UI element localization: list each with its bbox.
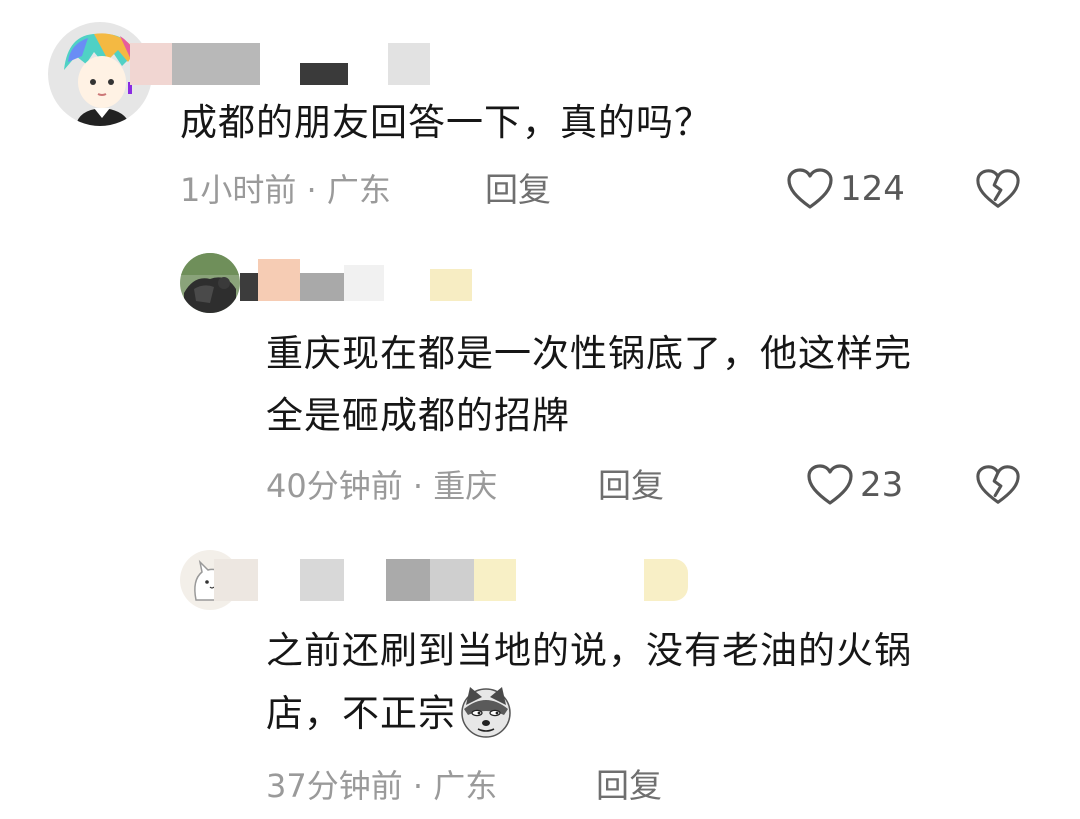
reply-button[interactable]: 回复 (596, 766, 662, 806)
doge-emoji-icon (458, 683, 514, 739)
comment-text-line-2: 店，不正宗 (266, 683, 514, 745)
heart-outline-icon (807, 464, 853, 505)
dislike-button[interactable] (975, 463, 1021, 507)
username-blurred[interactable] (130, 43, 430, 85)
comment-text-line-1: 重庆现在都是一次性锅底了，他这样完 (266, 332, 912, 375)
comment-text: 成都的朋友回答一下，真的吗？ (180, 101, 712, 144)
like-button[interactable]: 124 (786, 166, 905, 212)
comment-text-line-2-text: 店，不正宗 (266, 692, 456, 735)
avatar[interactable] (180, 253, 240, 313)
username-blurred[interactable] (214, 559, 688, 601)
reply-button[interactable]: 回复 (485, 170, 551, 210)
comment-meta: 1小时前 · 广东 (180, 171, 391, 209)
reply-button[interactable]: 回复 (598, 466, 664, 506)
like-count: 124 (840, 169, 905, 209)
avatar-image (180, 253, 240, 313)
comment-meta: 40分钟前 · 重庆 (266, 467, 498, 505)
broken-heart-icon (976, 465, 1020, 504)
username-blurred[interactable] (240, 259, 472, 301)
broken-heart-icon (976, 169, 1020, 208)
comment-meta: 37分钟前 · 广东 (266, 767, 498, 805)
like-button[interactable]: 23 (806, 462, 903, 508)
comment-text-line-2: 全是砸成都的招牌 (266, 394, 570, 437)
heart-outline-icon (787, 168, 833, 209)
comment-text-line-1: 之前还刷到当地的说，没有老油的火锅 (266, 629, 912, 672)
like-count: 23 (860, 465, 904, 505)
dislike-button[interactable] (975, 167, 1021, 211)
